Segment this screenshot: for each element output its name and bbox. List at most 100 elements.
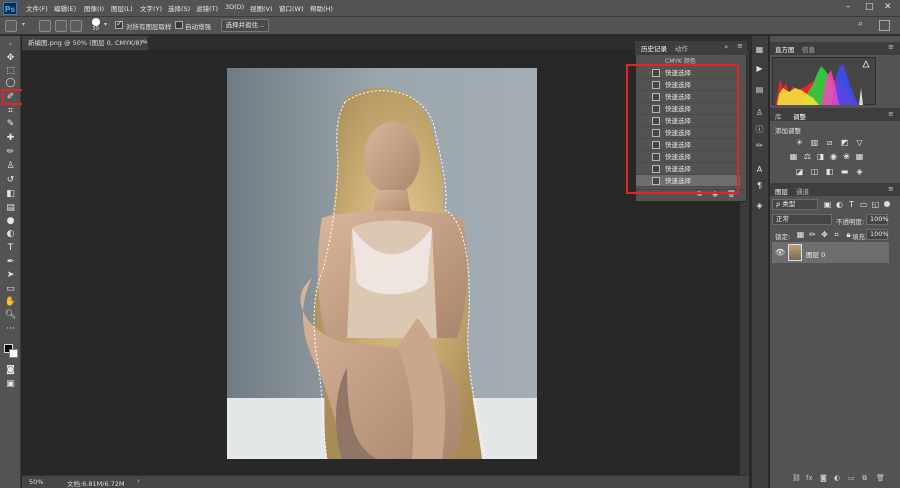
move-tool-icon[interactable]: ✥ [4,52,17,64]
paragraph-icon[interactable]: ¶ [754,180,765,191]
document-tab[interactable]: 新编图.png @ 50% (图层 0, CMYK/8) * [22,36,149,50]
filter-pixel-icon[interactable]: ▣ [823,200,832,209]
filter-toggle-icon[interactable] [884,201,890,207]
blur-tool-icon[interactable]: ● [4,215,17,227]
eyedropper-tool-icon[interactable]: ✎ [4,118,17,130]
type-tool-icon[interactable]: T [4,242,17,254]
history-brush-tool-icon[interactable]: ↺ [4,174,17,186]
trash-icon[interactable]: 🗑︎ [876,474,885,482]
new-adjustment-layer-icon[interactable]: ◐ [834,474,840,482]
menu-view[interactable]: 视图(V) [250,3,273,13]
blend-mode-select[interactable]: 正常 [772,214,832,225]
add-to-selection-icon[interactable] [55,20,67,32]
tab-info[interactable]: 信息 [802,44,815,54]
eraser-tool-icon[interactable]: ◧ [4,188,17,200]
filter-type-icon[interactable]: T [847,200,856,209]
properties-icon[interactable]: ♙ [754,107,765,118]
layer-filter-select[interactable]: ρ 类型 [772,199,818,210]
brush-tool-icon[interactable]: ✏ [4,146,17,158]
new-layer-icon[interactable]: ⧉ [862,474,867,483]
black-white-icon[interactable]: ◨ [816,152,825,161]
channel-mixer-icon[interactable]: ❀ [842,152,851,161]
filter-shape-icon[interactable]: ▭ [859,200,868,209]
color-lookup-icon[interactable]: ▦ [855,152,864,161]
panel-menu-icon[interactable]: ≡ [737,42,743,50]
brightness-contrast-icon[interactable]: ☀ [795,138,804,147]
zoom-tool-icon[interactable]: 🔍︎ [4,309,17,321]
collapse-toolbar-icon[interactable]: » [4,39,17,51]
tab-layers[interactable]: 图层 [775,186,788,196]
menu-type[interactable]: 文字(Y) [140,3,162,13]
close-button[interactable]: ✕ [884,2,892,12]
add-mask-icon[interactable]: ◙ [820,474,827,482]
gradient-map-icon[interactable]: ▬ [840,167,849,176]
lasso-tool-icon[interactable]: ◯ [4,77,17,89]
fill-input[interactable]: 100% [866,229,889,240]
play-icon[interactable]: ▶ [754,63,765,74]
menu-select[interactable]: 选择(S) [168,3,190,13]
levels-icon[interactable]: ▥ [810,138,819,147]
tab-library[interactable]: 库 [775,111,782,121]
minimize-button[interactable]: – [846,2,851,12]
hue-saturation-icon[interactable]: ▦ [789,152,798,161]
brush-settings-icon[interactable]: ✏ [754,140,765,151]
link-layers-icon[interactable]: ⛓ [792,474,801,482]
brush-tip-icon[interactable] [92,18,100,26]
menu-filter[interactable]: 滤镜(T) [196,3,218,13]
menu-help[interactable]: 帮助(H) [310,3,333,13]
path-selection-tool-icon[interactable]: ➤ [4,269,17,281]
tool-preset-picker[interactable] [5,20,17,32]
tab-history[interactable]: 历史记录 [641,43,667,53]
lock-artboard-icon[interactable]: ⌗ [832,230,841,239]
maximize-button[interactable]: □ [865,2,874,12]
paragraph-styles-icon[interactable]: ▤ [754,84,765,95]
menu-layer[interactable]: 图层(L) [111,3,133,13]
tab-actions[interactable]: 动作 [675,43,688,53]
eye-icon[interactable]: 👁︎ [775,248,785,257]
lock-image-icon[interactable]: ✏ [808,230,817,239]
quick-mask-icon[interactable]: ◙ [4,364,17,376]
photo-filter-icon[interactable]: ◉ [829,152,838,161]
character-icon[interactable]: A [754,164,765,175]
posterize-icon[interactable]: ◫ [810,167,819,176]
tab-adjustments[interactable]: 调整 [793,111,806,121]
filter-smart-icon[interactable]: ◱ [871,200,880,209]
hand-tool-icon[interactable]: ✋ [4,296,17,308]
opacity-input[interactable]: 100% [866,214,889,225]
color-balance-icon[interactable]: ⚖ [803,152,812,161]
selective-color-icon[interactable]: ◈ [855,167,864,176]
tab-histogram[interactable]: 直方图 [775,44,795,54]
panel-menu-icon[interactable]: ≡ [888,185,894,193]
auto-enhance-checkbox[interactable] [175,21,183,29]
search-icon[interactable]: ⌕ [858,19,863,29]
menu-edit[interactable]: 编辑(E) [54,3,76,13]
subtract-selection-icon[interactable] [70,20,82,32]
panel-menu-icon[interactable]: ≡ [888,110,894,118]
crop-tool-icon[interactable]: ⌗ [4,105,17,117]
menu-window[interactable]: 窗口(W) [279,3,304,13]
edit-toolbar-icon[interactable]: ··· [4,323,17,335]
lock-transparent-icon[interactable]: ▦ [796,230,805,239]
layer-name[interactable]: 图层 0 [806,249,825,259]
healing-brush-tool-icon[interactable]: ✚ [4,132,17,144]
panel-menu-icon[interactable]: ≡ [888,43,894,51]
background-color-swatch[interactable] [9,349,18,358]
threshold-icon[interactable]: ◧ [825,167,834,176]
zoom-level[interactable]: 50% [29,478,43,486]
close-icon[interactable]: ✕ [140,38,146,46]
pen-tool-icon[interactable]: ✒ [4,256,17,268]
chevron-right-icon[interactable]: › [137,477,140,485]
dodge-tool-icon[interactable]: ◐ [4,228,17,240]
workspace-switcher-icon[interactable] [879,20,890,31]
curves-icon[interactable]: ⧄ [825,138,834,147]
menu-file[interactable]: 文件(F) [26,3,48,13]
info-icon[interactable]: ⓘ [754,124,765,135]
new-group-icon[interactable]: ▭ [848,474,855,482]
menu-3d[interactable]: 3D(D) [225,3,244,11]
3d-icon[interactable]: ◈ [754,200,765,211]
vibrance-icon[interactable]: ▽ [855,138,864,147]
shape-tool-icon[interactable]: ▭ [4,283,17,295]
exposure-icon[interactable]: ◩ [840,138,849,147]
menu-image[interactable]: 图像(I) [84,3,104,13]
invert-icon[interactable]: ◪ [795,167,804,176]
